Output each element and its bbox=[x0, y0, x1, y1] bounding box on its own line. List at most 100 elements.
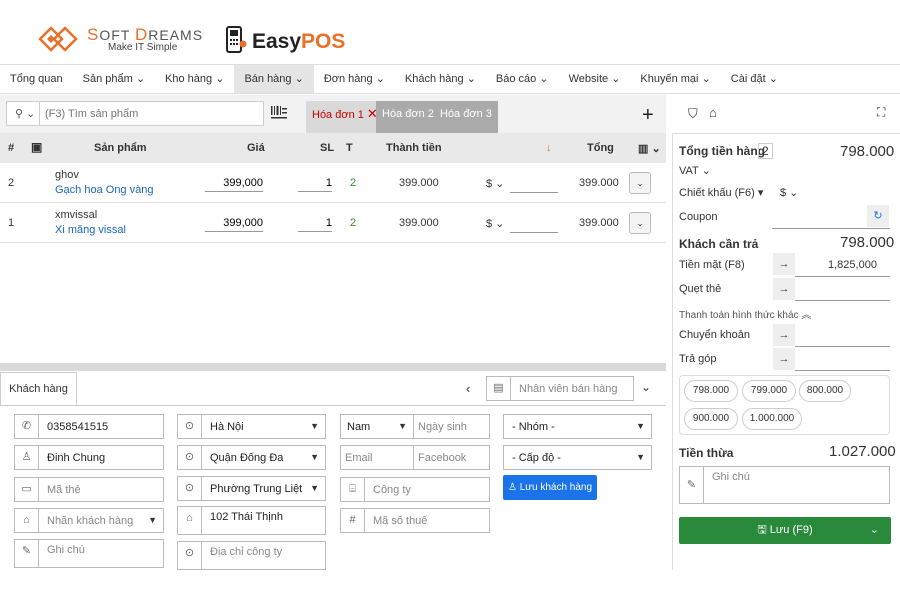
tag-icon[interactable]: ⌂ bbox=[709, 105, 717, 120]
product-name-link[interactable]: Gạch hoa Ong vàng bbox=[55, 184, 153, 196]
row-expand-button[interactable]: ⌄ bbox=[629, 212, 651, 234]
staff-field[interactable]: ▤ Nhân viên bán hàng bbox=[486, 376, 634, 401]
shopping-bag-icon[interactable]: ⛉ bbox=[688, 106, 698, 122]
columns-icon[interactable]: ▥ ⌄ bbox=[638, 142, 661, 155]
qty-input[interactable] bbox=[298, 214, 332, 232]
company-address-field[interactable]: ⊙ Địa chỉ công ty bbox=[177, 541, 326, 570]
ward-select[interactable]: ⊙ Phường Trung Liệt ▼ bbox=[177, 476, 326, 501]
save-customer-button[interactable]: ♙ Lưu khách hàng bbox=[503, 475, 597, 500]
nav-item-warehouse[interactable]: Kho hàng ⌄ bbox=[155, 65, 234, 93]
level-select[interactable]: - Cấp độ - ▼ bbox=[503, 445, 652, 470]
nav-item-settings[interactable]: Cài đặt ⌄ bbox=[721, 65, 788, 93]
staff-placeholder: Nhân viên bán hàng bbox=[519, 383, 618, 395]
barcode-scan-icon[interactable] bbox=[270, 104, 288, 120]
discount-input[interactable] bbox=[510, 215, 558, 233]
quick-amount-chip[interactable]: 799.000 bbox=[742, 380, 796, 402]
birthday-field[interactable]: Ngày sinh bbox=[413, 414, 490, 439]
email-placeholder: Email bbox=[345, 452, 373, 464]
tab-invoice-1[interactable]: Hóa đơn 1 ✕ bbox=[306, 101, 384, 133]
bank-icon: ⌸ bbox=[341, 478, 365, 501]
currency-select[interactable]: $ ⌄ bbox=[486, 177, 504, 190]
group-select[interactable]: - Nhóm - ▼ bbox=[503, 414, 652, 439]
sort-down-icon[interactable]: ↓ bbox=[546, 142, 552, 154]
nav-item-orders[interactable]: Đơn hàng ⌄ bbox=[314, 65, 395, 93]
nav-item-overview[interactable]: Tổng quan bbox=[0, 65, 73, 93]
discount-currency-select[interactable]: $ ⌄ bbox=[780, 186, 798, 199]
quick-amount-chip[interactable]: 1.000.000 bbox=[742, 408, 802, 430]
table-row: 1 xmvissal Xi măng vissal 2 399.000 $ ⌄ … bbox=[0, 203, 666, 243]
row-total: 399.000 bbox=[579, 177, 619, 189]
arrow-right-icon[interactable]: → bbox=[773, 324, 795, 346]
chevron-left-icon[interactable]: ‹ bbox=[466, 381, 470, 396]
col-num: # bbox=[8, 142, 15, 154]
main-nav: Tổng quan Sản phẩm ⌄ Kho hàng ⌄ Bán hàng… bbox=[0, 64, 900, 94]
other-payment-toggle[interactable]: Thanh toán hình thức khác ︽ bbox=[679, 306, 811, 321]
arrow-right-icon[interactable]: → bbox=[773, 278, 795, 300]
user-icon: ♙ bbox=[507, 482, 517, 493]
chevron-down-icon: ⌄ bbox=[701, 73, 711, 85]
city-select[interactable]: ⊙ Hà Nội ▼ bbox=[177, 414, 326, 439]
note-field[interactable]: ✎ Ghi chú bbox=[14, 539, 164, 568]
arrow-right-icon[interactable]: → bbox=[773, 253, 795, 275]
phone-value: 0358541515 bbox=[47, 421, 109, 433]
price-input[interactable] bbox=[205, 214, 263, 232]
chevron-down-icon[interactable]: ⌄ bbox=[870, 517, 879, 544]
installment-label: Trả góp bbox=[679, 353, 717, 365]
tab-invoice-2[interactable]: Hóa đơn 2 bbox=[376, 101, 440, 133]
name-value: Đinh Chung bbox=[47, 452, 106, 464]
save-invoice-button[interactable]: 🖫 Lưu (F9) ⌄ bbox=[679, 517, 891, 544]
price-input[interactable] bbox=[205, 174, 263, 192]
nav-item-reports[interactable]: Báo cáo ⌄ bbox=[486, 65, 559, 93]
fullscreen-icon[interactable]: ⛶ bbox=[877, 105, 885, 120]
refresh-icon[interactable]: ↻ bbox=[867, 205, 889, 227]
email-field[interactable]: Email bbox=[340, 445, 414, 470]
nav-item-customers[interactable]: Khách hàng ⌄ bbox=[395, 65, 486, 93]
nav-item-products[interactable]: Sản phẩm ⌄ bbox=[73, 65, 155, 93]
chevron-down-icon[interactable]: ⌄ bbox=[641, 380, 651, 394]
phone-field[interactable]: ✆ 0358541515 bbox=[14, 414, 164, 439]
vat-select[interactable]: VAT ⌄ bbox=[679, 164, 711, 177]
district-select[interactable]: ⊙ Quận Đống Đa ▼ bbox=[177, 445, 326, 470]
qty-input[interactable] bbox=[298, 174, 332, 192]
search-input[interactable] bbox=[45, 104, 255, 123]
address-value: 102 Thái Thịnh bbox=[210, 511, 283, 523]
note-placeholder: Ghi chú bbox=[47, 544, 85, 556]
quick-amount-chip[interactable]: 900.000 bbox=[684, 408, 738, 430]
quick-amount-chip[interactable]: 798.000 bbox=[684, 380, 738, 402]
product-name-link[interactable]: Xi măng vissal bbox=[55, 224, 126, 236]
cash-value[interactable]: 1,825,000 bbox=[828, 259, 877, 271]
tax-field[interactable]: # Mã số thuế bbox=[340, 508, 490, 533]
pencil-icon: ✎ bbox=[680, 467, 704, 503]
customer-label-select[interactable]: ⌂ Nhãn khách hàng ▼ bbox=[14, 508, 164, 533]
facebook-placeholder: Facebook bbox=[418, 452, 467, 464]
search-icon[interactable]: ⚲ ⌄ bbox=[15, 107, 37, 121]
cash-label: Tiền mặt (F8) bbox=[679, 259, 745, 271]
product-search[interactable]: ⚲ ⌄ bbox=[6, 101, 264, 126]
name-field[interactable]: ♙ Đinh Chung bbox=[14, 445, 164, 470]
address-field[interactable]: ⌂ 102 Thái Thịnh bbox=[177, 506, 326, 535]
chevron-down-icon: ⌄ bbox=[294, 73, 304, 85]
nav-item-promotions[interactable]: Khuyến mại ⌄ bbox=[630, 65, 720, 93]
tab-invoice-3[interactable]: Hóa đơn 3 bbox=[434, 101, 498, 133]
discount-input[interactable] bbox=[510, 175, 558, 193]
total-label: Tổng tiền hàng bbox=[679, 144, 765, 158]
row-expand-button[interactable]: ⌄ bbox=[629, 172, 651, 194]
add-invoice-icon[interactable]: + bbox=[642, 104, 654, 127]
discount-label[interactable]: Chiết khấu (F6) ▾ bbox=[679, 186, 763, 199]
birthday-placeholder: Ngày sinh bbox=[418, 421, 467, 433]
user-icon: ♙ bbox=[15, 446, 39, 469]
nav-item-sales[interactable]: Bán hàng ⌄ bbox=[234, 65, 314, 93]
currency-select[interactable]: $ ⌄ bbox=[486, 217, 504, 230]
tab-customer[interactable]: Khách hàng bbox=[0, 372, 77, 406]
quick-amount-chip[interactable]: 800.000 bbox=[799, 380, 851, 402]
company-field[interactable]: ⌸ Công ty bbox=[340, 477, 490, 502]
table-header: # ▣ Sản phẩm Giá SL T Thành tiền ↓ Tổng … bbox=[0, 133, 666, 163]
easypos-name: EasyPOS bbox=[252, 30, 346, 53]
payment-note-field[interactable]: ✎ Ghi chú bbox=[679, 466, 890, 504]
city-value: Hà Nội bbox=[210, 421, 244, 433]
card-field[interactable]: ▭ Mã thẻ bbox=[14, 477, 164, 502]
gender-select[interactable]: Nam ▼ bbox=[340, 414, 414, 439]
facebook-field[interactable]: Facebook bbox=[413, 445, 490, 470]
arrow-right-icon[interactable]: → bbox=[773, 348, 795, 370]
nav-item-website[interactable]: Website ⌄ bbox=[559, 65, 631, 93]
